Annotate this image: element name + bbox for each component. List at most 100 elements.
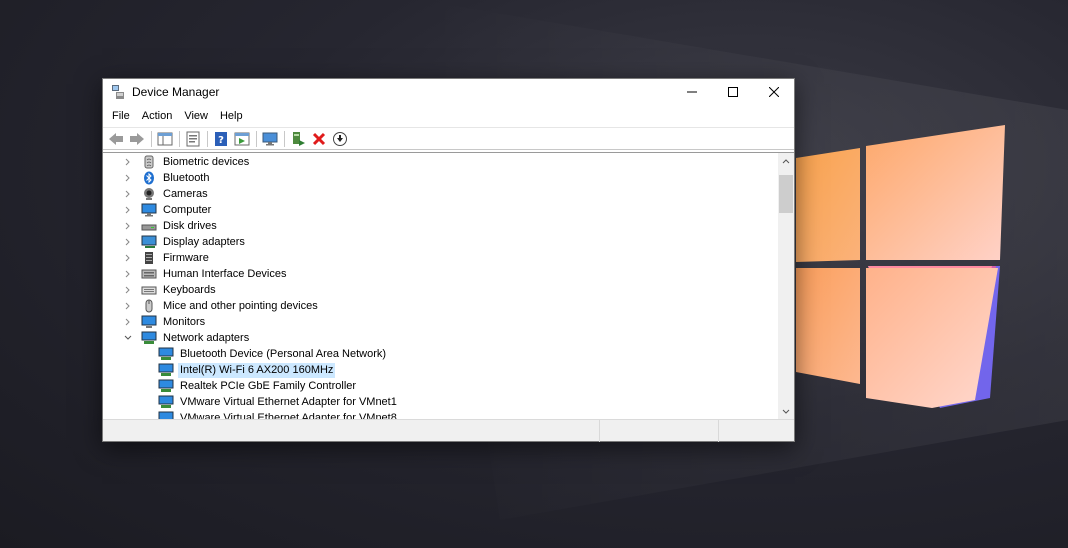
tree-item-label: VMware Virtual Ethernet Adapter for VMne… (180, 395, 397, 408)
scan-hardware-icon (262, 132, 278, 145)
disable-device-icon (333, 131, 347, 146)
expand-chevron-icon[interactable] (123, 218, 133, 234)
show-hide-console-tree-icon (157, 132, 173, 145)
tree-item-adapter-selected[interactable]: Intel(R) Wi-Fi 6 AX200 160MHz (158, 362, 336, 378)
back-icon (109, 132, 123, 145)
close-icon (768, 87, 779, 97)
tree-item-cameras[interactable]: Cameras (123, 186, 210, 202)
help-button[interactable]: ? (211, 129, 231, 149)
network-adapter-icon (158, 346, 174, 362)
expand-chevron-icon[interactable] (123, 282, 133, 298)
device-manager-icon (112, 85, 124, 99)
menu-file[interactable]: File (106, 105, 136, 127)
enable-device-button[interactable] (288, 129, 308, 149)
expand-chevron-icon[interactable] (123, 234, 133, 250)
expand-chevron-icon[interactable] (123, 170, 133, 186)
forward-icon (130, 132, 144, 145)
update-driver-button[interactable] (232, 129, 252, 149)
fingerprint-icon (141, 154, 157, 170)
chevron-down-icon (782, 409, 790, 414)
scrollbar-thumb[interactable] (779, 175, 793, 213)
tree-item-monitors[interactable]: Monitors (123, 314, 207, 330)
maximize-icon (727, 87, 738, 97)
tree-item-disk-drives[interactable]: Disk drives (123, 218, 219, 234)
status-pane (600, 420, 719, 442)
mouse-icon (141, 298, 157, 314)
update-driver-icon (234, 132, 250, 145)
firmware-icon (141, 250, 157, 266)
hid-icon (141, 266, 157, 282)
network-adapter-icon (158, 410, 174, 419)
title-bar[interactable]: Device Manager (103, 79, 794, 105)
network-adapter-icon (158, 394, 174, 410)
minimize-button[interactable] (671, 79, 712, 105)
expand-chevron-icon[interactable] (123, 266, 133, 282)
disable-device-button[interactable] (330, 129, 350, 149)
collapse-chevron-icon[interactable] (123, 330, 133, 346)
tree-item-adapter[interactable]: VMware Virtual Ethernet Adapter for VMne… (158, 410, 399, 419)
menu-help[interactable]: Help (214, 105, 249, 127)
chevron-up-icon (782, 159, 790, 164)
tree-item-mice[interactable]: Mice and other pointing devices (123, 298, 320, 314)
expand-chevron-icon[interactable] (123, 202, 133, 218)
tree-item-label: Monitors (163, 315, 206, 328)
menu-action[interactable]: Action (136, 105, 179, 127)
expand-chevron-icon[interactable] (123, 154, 133, 170)
status-pane (103, 420, 600, 442)
tree-item-keyboards[interactable]: Keyboards (123, 282, 218, 298)
tree-item-label: Disk drives (163, 219, 217, 232)
maximize-button[interactable] (712, 79, 753, 105)
status-pane (719, 420, 794, 442)
vertical-scrollbar[interactable] (778, 153, 794, 419)
scan-hardware-button[interactable] (260, 129, 280, 149)
network-adapter-icon (158, 378, 174, 394)
expand-chevron-icon[interactable] (123, 186, 133, 202)
toolbar-separator (179, 130, 180, 147)
disk-drive-icon (141, 218, 157, 234)
expand-chevron-icon[interactable] (123, 314, 133, 330)
minimize-icon (686, 91, 697, 93)
toolbar-separator (151, 130, 152, 147)
keyboard-icon (141, 282, 157, 298)
properties-icon (186, 131, 200, 146)
tree-item-computer[interactable]: Computer (123, 202, 213, 218)
tree-item-label: Computer (163, 203, 212, 216)
expand-chevron-icon[interactable] (123, 250, 133, 266)
tree-item-adapter[interactable]: VMware Virtual Ethernet Adapter for VMne… (158, 394, 399, 410)
scroll-up-button[interactable] (778, 153, 794, 170)
tree-item-network-adapters[interactable]: Network adapters (123, 330, 251, 346)
properties-button[interactable] (183, 129, 203, 149)
forward-button[interactable] (127, 129, 147, 149)
tree-item-biometric-devices[interactable]: Biometric devices (123, 154, 251, 170)
tree-item-label: Cameras (163, 187, 208, 200)
tree-item-bluetooth[interactable]: Bluetooth (123, 170, 211, 186)
tree-item-firmware[interactable]: Firmware (123, 250, 211, 266)
tree-item-adapter[interactable]: Realtek PCIe GbE Family Controller (158, 378, 358, 394)
expand-chevron-icon[interactable] (123, 298, 133, 314)
tree-item-label: VMware Virtual Ethernet Adapter for VMne… (180, 411, 397, 420)
tree-item-label: Bluetooth (163, 171, 210, 184)
window-title: Device Manager (132, 85, 220, 99)
device-tree[interactable]: Biometric devices Bluetooth Cameras Comp… (103, 153, 778, 419)
device-manager-window: Device Manager File Action View Help ? B… (102, 78, 795, 442)
menu-view[interactable]: View (178, 105, 214, 127)
network-adapter-icon (158, 362, 174, 378)
tree-item-human-interface-devices[interactable]: Human Interface Devices (123, 266, 289, 282)
monitor-icon (141, 314, 157, 330)
uninstall-device-button[interactable] (309, 129, 329, 149)
tree-item-label: Intel(R) Wi-Fi 6 AX200 160MHz (178, 362, 336, 378)
tree-item-label: Network adapters (163, 331, 250, 344)
back-button[interactable] (106, 129, 126, 149)
network-adapter-icon (141, 330, 157, 346)
status-bar (103, 419, 794, 442)
tree-item-display-adapters[interactable]: Display adapters (123, 234, 247, 250)
show-hide-console-tree-button[interactable] (155, 129, 175, 149)
uninstall-device-icon (312, 132, 326, 145)
tree-item-label: Biometric devices (163, 155, 250, 168)
scroll-down-button[interactable] (778, 403, 794, 419)
close-button[interactable] (753, 79, 794, 105)
tree-item-adapter[interactable]: Bluetooth Device (Personal Area Network) (158, 346, 388, 362)
toolbar-separator (207, 130, 208, 147)
tree-item-label: Human Interface Devices (163, 267, 287, 280)
svg-text:?: ? (218, 135, 224, 146)
